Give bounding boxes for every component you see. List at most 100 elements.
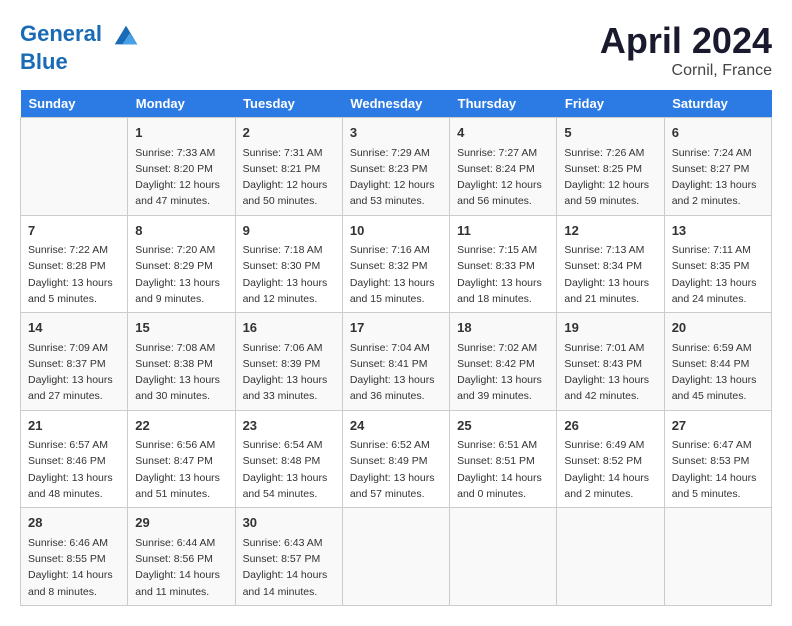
header-row: SundayMondayTuesdayWednesdayThursdayFrid… <box>21 90 772 118</box>
day-info: Sunrise: 7:22 AM Sunset: 8:28 PM Dayligh… <box>28 242 120 307</box>
calendar-cell: 26Sunrise: 6:49 AM Sunset: 8:52 PM Dayli… <box>557 410 664 508</box>
calendar-cell: 15Sunrise: 7:08 AM Sunset: 8:38 PM Dayli… <box>128 313 235 411</box>
day-info: Sunrise: 7:29 AM Sunset: 8:23 PM Dayligh… <box>350 145 442 210</box>
day-info: Sunrise: 7:27 AM Sunset: 8:24 PM Dayligh… <box>457 145 549 210</box>
calendar-cell <box>664 508 771 606</box>
day-info: Sunrise: 6:49 AM Sunset: 8:52 PM Dayligh… <box>564 437 656 502</box>
day-header-sunday: Sunday <box>21 90 128 118</box>
day-info: Sunrise: 6:51 AM Sunset: 8:51 PM Dayligh… <box>457 437 549 502</box>
calendar-cell: 3Sunrise: 7:29 AM Sunset: 8:23 PM Daylig… <box>342 118 449 216</box>
day-number: 18 <box>457 318 549 338</box>
calendar-cell: 5Sunrise: 7:26 AM Sunset: 8:25 PM Daylig… <box>557 118 664 216</box>
calendar-cell: 21Sunrise: 6:57 AM Sunset: 8:46 PM Dayli… <box>21 410 128 508</box>
calendar-cell: 24Sunrise: 6:52 AM Sunset: 8:49 PM Dayli… <box>342 410 449 508</box>
day-info: Sunrise: 7:02 AM Sunset: 8:42 PM Dayligh… <box>457 340 549 405</box>
day-header-wednesday: Wednesday <box>342 90 449 118</box>
day-info: Sunrise: 7:11 AM Sunset: 8:35 PM Dayligh… <box>672 242 764 307</box>
day-number: 29 <box>135 513 227 533</box>
calendar-table: SundayMondayTuesdayWednesdayThursdayFrid… <box>20 90 772 606</box>
calendar-cell <box>342 508 449 606</box>
day-number: 15 <box>135 318 227 338</box>
week-row-1: 1Sunrise: 7:33 AM Sunset: 8:20 PM Daylig… <box>21 118 772 216</box>
day-number: 24 <box>350 416 442 436</box>
day-number: 19 <box>564 318 656 338</box>
day-info: Sunrise: 7:16 AM Sunset: 8:32 PM Dayligh… <box>350 242 442 307</box>
day-info: Sunrise: 6:54 AM Sunset: 8:48 PM Dayligh… <box>243 437 335 502</box>
day-header-monday: Monday <box>128 90 235 118</box>
day-info: Sunrise: 7:01 AM Sunset: 8:43 PM Dayligh… <box>564 340 656 405</box>
calendar-cell: 23Sunrise: 6:54 AM Sunset: 8:48 PM Dayli… <box>235 410 342 508</box>
day-number: 30 <box>243 513 335 533</box>
day-number: 9 <box>243 221 335 241</box>
day-info: Sunrise: 7:26 AM Sunset: 8:25 PM Dayligh… <box>564 145 656 210</box>
calendar-cell: 10Sunrise: 7:16 AM Sunset: 8:32 PM Dayli… <box>342 215 449 313</box>
calendar-cell: 25Sunrise: 6:51 AM Sunset: 8:51 PM Dayli… <box>450 410 557 508</box>
calendar-header: SundayMondayTuesdayWednesdayThursdayFrid… <box>21 90 772 118</box>
day-number: 14 <box>28 318 120 338</box>
logo-icon <box>111 20 141 50</box>
day-info: Sunrise: 6:46 AM Sunset: 8:55 PM Dayligh… <box>28 535 120 600</box>
day-number: 6 <box>672 123 764 143</box>
calendar-cell: 18Sunrise: 7:02 AM Sunset: 8:42 PM Dayli… <box>450 313 557 411</box>
day-info: Sunrise: 6:56 AM Sunset: 8:47 PM Dayligh… <box>135 437 227 502</box>
day-info: Sunrise: 7:20 AM Sunset: 8:29 PM Dayligh… <box>135 242 227 307</box>
calendar-cell: 13Sunrise: 7:11 AM Sunset: 8:35 PM Dayli… <box>664 215 771 313</box>
calendar-cell: 28Sunrise: 6:46 AM Sunset: 8:55 PM Dayli… <box>21 508 128 606</box>
day-number: 10 <box>350 221 442 241</box>
calendar-cell <box>450 508 557 606</box>
day-info: Sunrise: 7:15 AM Sunset: 8:33 PM Dayligh… <box>457 242 549 307</box>
calendar-cell: 6Sunrise: 7:24 AM Sunset: 8:27 PM Daylig… <box>664 118 771 216</box>
week-row-4: 21Sunrise: 6:57 AM Sunset: 8:46 PM Dayli… <box>21 410 772 508</box>
day-number: 7 <box>28 221 120 241</box>
calendar-cell: 11Sunrise: 7:15 AM Sunset: 8:33 PM Dayli… <box>450 215 557 313</box>
day-number: 13 <box>672 221 764 241</box>
day-number: 1 <box>135 123 227 143</box>
day-number: 3 <box>350 123 442 143</box>
calendar-cell: 8Sunrise: 7:20 AM Sunset: 8:29 PM Daylig… <box>128 215 235 313</box>
day-number: 5 <box>564 123 656 143</box>
calendar-cell: 2Sunrise: 7:31 AM Sunset: 8:21 PM Daylig… <box>235 118 342 216</box>
calendar-cell: 16Sunrise: 7:06 AM Sunset: 8:39 PM Dayli… <box>235 313 342 411</box>
calendar-cell <box>557 508 664 606</box>
calendar-cell: 12Sunrise: 7:13 AM Sunset: 8:34 PM Dayli… <box>557 215 664 313</box>
day-number: 4 <box>457 123 549 143</box>
day-info: Sunrise: 6:57 AM Sunset: 8:46 PM Dayligh… <box>28 437 120 502</box>
day-info: Sunrise: 7:08 AM Sunset: 8:38 PM Dayligh… <box>135 340 227 405</box>
day-info: Sunrise: 7:13 AM Sunset: 8:34 PM Dayligh… <box>564 242 656 307</box>
calendar-cell: 30Sunrise: 6:43 AM Sunset: 8:57 PM Dayli… <box>235 508 342 606</box>
day-number: 8 <box>135 221 227 241</box>
calendar-cell: 17Sunrise: 7:04 AM Sunset: 8:41 PM Dayli… <box>342 313 449 411</box>
calendar-cell: 14Sunrise: 7:09 AM Sunset: 8:37 PM Dayli… <box>21 313 128 411</box>
day-info: Sunrise: 7:09 AM Sunset: 8:37 PM Dayligh… <box>28 340 120 405</box>
week-row-5: 28Sunrise: 6:46 AM Sunset: 8:55 PM Dayli… <box>21 508 772 606</box>
day-number: 20 <box>672 318 764 338</box>
page-header: General Blue April 2024 Cornil, France <box>20 20 772 80</box>
day-info: Sunrise: 7:24 AM Sunset: 8:27 PM Dayligh… <box>672 145 764 210</box>
calendar-cell: 1Sunrise: 7:33 AM Sunset: 8:20 PM Daylig… <box>128 118 235 216</box>
day-number: 22 <box>135 416 227 436</box>
calendar-cell: 29Sunrise: 6:44 AM Sunset: 8:56 PM Dayli… <box>128 508 235 606</box>
logo-text: General <box>20 20 141 50</box>
day-number: 23 <box>243 416 335 436</box>
day-header-tuesday: Tuesday <box>235 90 342 118</box>
day-number: 28 <box>28 513 120 533</box>
month-title: April 2024 <box>600 20 772 62</box>
day-number: 17 <box>350 318 442 338</box>
calendar-cell: 27Sunrise: 6:47 AM Sunset: 8:53 PM Dayli… <box>664 410 771 508</box>
day-number: 2 <box>243 123 335 143</box>
day-info: Sunrise: 7:04 AM Sunset: 8:41 PM Dayligh… <box>350 340 442 405</box>
day-number: 16 <box>243 318 335 338</box>
calendar-body: 1Sunrise: 7:33 AM Sunset: 8:20 PM Daylig… <box>21 118 772 606</box>
day-number: 11 <box>457 221 549 241</box>
location-text: Cornil, France <box>600 62 772 80</box>
logo: General Blue <box>20 20 141 74</box>
calendar-cell: 9Sunrise: 7:18 AM Sunset: 8:30 PM Daylig… <box>235 215 342 313</box>
calendar-cell: 19Sunrise: 7:01 AM Sunset: 8:43 PM Dayli… <box>557 313 664 411</box>
week-row-2: 7Sunrise: 7:22 AM Sunset: 8:28 PM Daylig… <box>21 215 772 313</box>
calendar-cell <box>21 118 128 216</box>
calendar-cell: 7Sunrise: 7:22 AM Sunset: 8:28 PM Daylig… <box>21 215 128 313</box>
day-number: 25 <box>457 416 549 436</box>
day-info: Sunrise: 6:43 AM Sunset: 8:57 PM Dayligh… <box>243 535 335 600</box>
title-block: April 2024 Cornil, France <box>600 20 772 80</box>
day-info: Sunrise: 6:59 AM Sunset: 8:44 PM Dayligh… <box>672 340 764 405</box>
